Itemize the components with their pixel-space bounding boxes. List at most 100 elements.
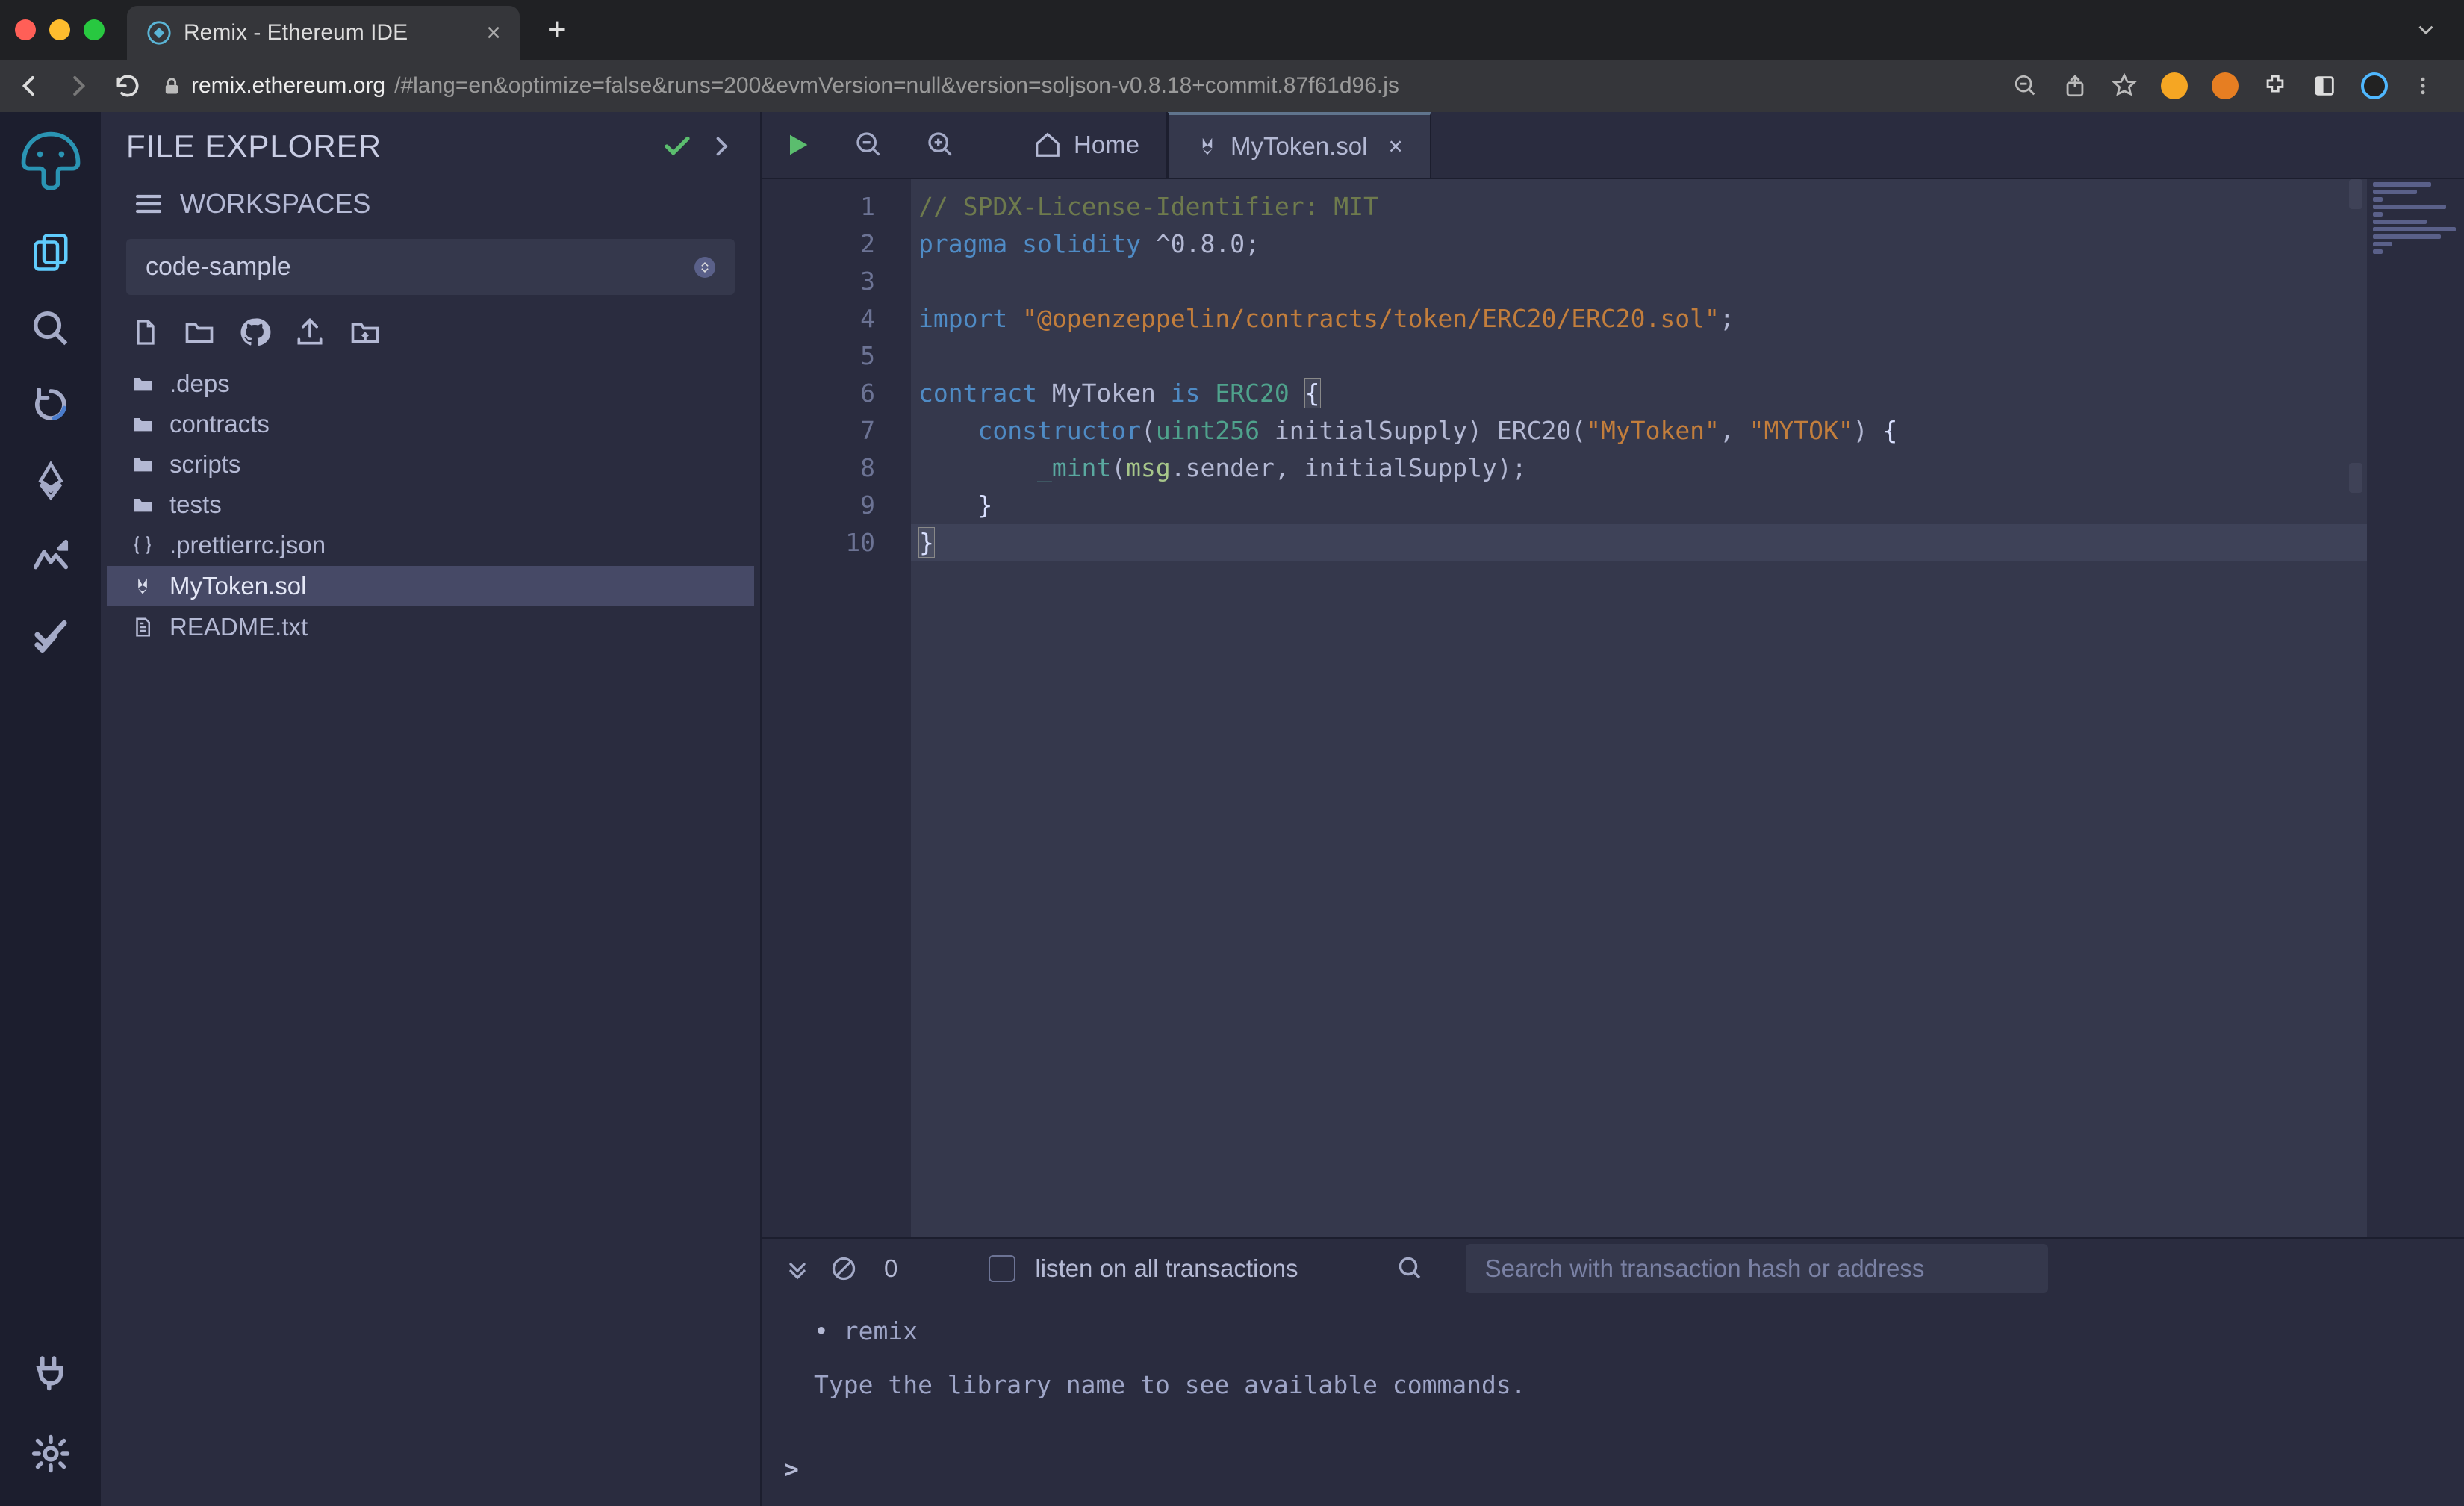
code-token: }: [918, 491, 992, 520]
line-number: 8: [762, 449, 875, 487]
zoom-out-button[interactable]: [833, 112, 905, 178]
tab-close-icon[interactable]: ×: [419, 19, 501, 48]
upload-icon[interactable]: [293, 316, 326, 349]
terminal-clear-icon[interactable]: [830, 1255, 857, 1282]
share-icon[interactable]: [2062, 73, 2088, 99]
terminal-search-icon[interactable]: [1397, 1255, 1424, 1282]
browser-tab-bar: Remix - Ethereum IDE × +: [0, 0, 2464, 60]
remix-logo-icon[interactable]: [15, 127, 87, 199]
folder-icon: [129, 412, 156, 436]
line-number: 3: [762, 263, 875, 300]
rail-debugger[interactable]: [28, 535, 73, 579]
browser-url-input[interactable]: remix.ethereum.org/#lang=en&optimize=fal…: [142, 73, 2013, 99]
code-token: ): [1497, 453, 1512, 482]
search-placeholder: Search with transaction hash or address: [1485, 1254, 1925, 1282]
run-script-button[interactable]: [762, 112, 833, 178]
tab-mytoken[interactable]: MyToken.sol ×: [1168, 112, 1431, 178]
code-token: // SPDX-License-Identifier: MIT: [918, 192, 1378, 221]
browser-back-button[interactable]: [15, 72, 43, 100]
tree-folder-contracts[interactable]: contracts: [107, 404, 754, 444]
code-token: ;: [1720, 304, 1735, 333]
tree-file-mytoken[interactable]: MyToken.sol: [107, 565, 754, 607]
new-file-icon[interactable]: [131, 316, 161, 349]
tree-folder-tests[interactable]: tests: [107, 485, 754, 525]
tree-folder-deps[interactable]: .deps: [107, 364, 754, 404]
code-token: is: [1171, 379, 1201, 408]
browser-menu-icon[interactable]: [2412, 75, 2434, 97]
rail-compiler[interactable]: [28, 382, 73, 427]
code-token: contract: [918, 379, 1037, 408]
rail-settings[interactable]: [28, 1431, 73, 1476]
code-area[interactable]: // SPDX-License-Identifier: MIT pragma s…: [911, 179, 2464, 1237]
code-token: }: [918, 527, 935, 558]
panel-toggle-icon[interactable]: [2312, 73, 2337, 99]
terminal-prompt[interactable]: >: [762, 1454, 2464, 1506]
listen-checkbox[interactable]: [989, 1255, 1015, 1282]
code-token: {: [1868, 416, 1898, 445]
folder-icon: [129, 452, 156, 476]
rail-file-explorer[interactable]: [28, 230, 73, 275]
rail-deploy[interactable]: [28, 458, 73, 503]
window-minimize-button[interactable]: [49, 19, 70, 40]
new-tab-button[interactable]: +: [531, 11, 583, 49]
line-number: 9: [762, 487, 875, 524]
browser-chrome: Remix - Ethereum IDE × + remix.ethereum.…: [0, 0, 2464, 112]
editor-minimap[interactable]: [2367, 179, 2464, 1237]
workspaces-menu-icon[interactable]: [134, 189, 164, 219]
browser-reload-button[interactable]: [113, 72, 142, 100]
panel-title: FILE EXPLORER: [126, 128, 647, 164]
github-icon[interactable]: [238, 316, 271, 349]
extension-icon-1[interactable]: [2161, 72, 2188, 99]
profile-avatar-icon[interactable]: [2361, 72, 2388, 99]
window-maximize-button[interactable]: [84, 19, 105, 40]
tree-file-readme[interactable]: README.txt: [107, 607, 754, 647]
url-path: /#lang=en&optimize=false&runs=200&evmVer…: [394, 73, 1399, 99]
tab-close-icon[interactable]: ×: [1379, 132, 1402, 161]
tree-folder-scripts[interactable]: scripts: [107, 444, 754, 485]
zoom-icon[interactable]: [2013, 73, 2038, 99]
rail-search[interactable]: [28, 306, 73, 351]
extensions-puzzle-icon[interactable]: [2262, 73, 2288, 99]
editor-toolbar: Home MyToken.sol ×: [762, 112, 2464, 179]
workspace-selected: code-sample: [146, 252, 291, 281]
home-icon: [1033, 131, 1062, 159]
code-token: ERC20: [1215, 379, 1289, 408]
terminal-search-input[interactable]: Search with transaction hash or address: [1466, 1244, 2048, 1293]
tree-label: scripts: [169, 450, 240, 479]
upload-folder-icon[interactable]: [349, 316, 382, 349]
workspace-updown-icon: [694, 257, 715, 278]
terminal-expand-icon[interactable]: [784, 1255, 811, 1282]
browser-forward-button[interactable]: [64, 72, 93, 100]
bookmark-star-icon[interactable]: [2112, 73, 2137, 99]
tree-label: .prettierrc.json: [169, 531, 326, 559]
code-token: {: [1304, 378, 1321, 408]
new-folder-icon[interactable]: [183, 316, 216, 349]
rail-unit-testing[interactable]: [28, 611, 73, 656]
solidity-file-icon: [129, 576, 156, 597]
code-token: "MyToken": [1586, 416, 1720, 445]
code-token: import: [918, 304, 1007, 333]
panel-collapse-icon[interactable]: [708, 133, 735, 160]
workspace-selector[interactable]: code-sample: [126, 239, 735, 295]
line-number: 1: [762, 188, 875, 225]
code-token: ^0.8.0: [1156, 229, 1245, 258]
code-token: MyToken: [1052, 379, 1156, 408]
tab-dropdown-icon[interactable]: [2413, 17, 2449, 43]
editor-scrollbar[interactable]: [2346, 179, 2365, 1237]
workspaces-label: WORKSPACES: [180, 188, 370, 220]
rail-plugin-manager[interactable]: [28, 1349, 73, 1394]
tab-home[interactable]: Home: [1007, 112, 1168, 178]
window-close-button[interactable]: [15, 19, 36, 40]
code-editor[interactable]: 1 2 3 4 5 6 7 8 9 10 // SPDX-License-Ide…: [762, 179, 2464, 1237]
code-token: msg: [1126, 453, 1171, 482]
main-area: Home MyToken.sol × 1 2 3 4 5 6 7 8 9: [762, 112, 2464, 1506]
extension-icon-2[interactable]: [2212, 72, 2239, 99]
browser-address-bar: remix.ethereum.org/#lang=en&optimize=fal…: [0, 60, 2464, 112]
line-number-gutter: 1 2 3 4 5 6 7 8 9 10: [762, 179, 911, 1237]
zoom-in-button[interactable]: [905, 112, 977, 178]
line-number: 4: [762, 300, 875, 337]
terminal-output[interactable]: • remix Type the library name to see ava…: [762, 1298, 2464, 1454]
browser-tab-active[interactable]: Remix - Ethereum IDE ×: [127, 6, 520, 60]
tree-file-prettierrc[interactable]: .prettierrc.json: [107, 525, 754, 565]
panel-check-icon[interactable]: [662, 131, 693, 162]
